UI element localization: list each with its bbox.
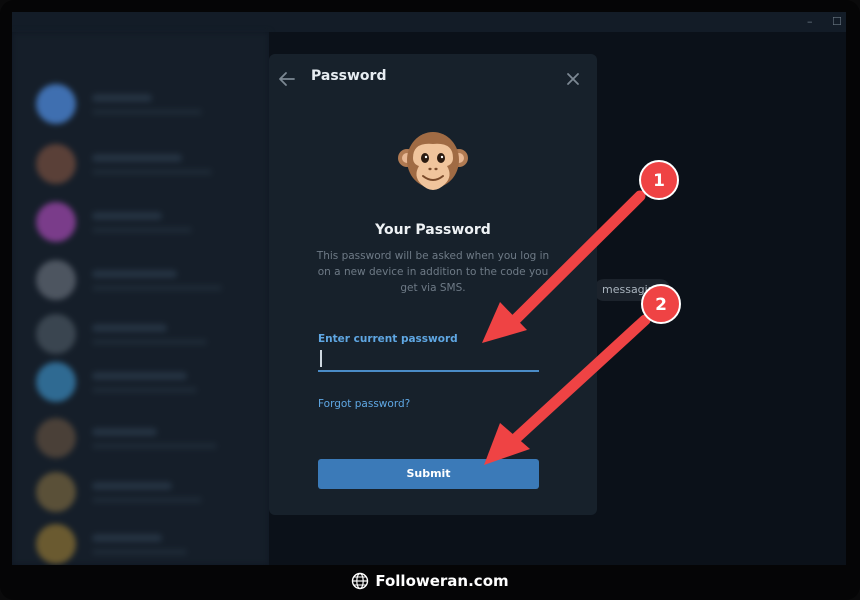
messaging-pill: messaging [594,279,670,301]
maximize-button[interactable]: ☐ [832,16,842,28]
close-icon [567,73,579,85]
dialog-title: Password [311,68,387,84]
submit-button[interactable]: Submit [318,459,539,489]
watermark-brand: Followeran.com [375,572,509,590]
window-titlebar: – ☐ [12,12,846,32]
watermark-footer: Followeran.com [0,568,860,594]
text-caret [320,350,322,367]
current-password-input[interactable] [318,348,539,372]
list-item [36,260,246,300]
app-screen: – ☐ messaging Password Your Password Thi… [12,12,846,565]
list-item [36,472,246,512]
arrow-left-icon [279,72,295,86]
list-item [36,362,246,402]
list-item [36,144,246,184]
globe-icon [352,572,369,590]
close-button[interactable] [561,67,585,91]
list-item [36,202,246,242]
monkey-face-icon [398,132,468,190]
list-item [36,524,246,564]
list-item [36,314,246,354]
list-item [36,84,246,124]
password-description: This password will be asked when you log… [316,250,550,294]
forgot-password-link[interactable]: Forgot password? [318,398,410,410]
back-button[interactable] [275,67,299,91]
minimize-button[interactable]: – [807,16,813,28]
password-dialog: Password Your Password This password wil… [269,54,597,515]
device-frame: – ☐ messaging Password Your Password Thi… [0,0,860,600]
current-password-label: Enter current password [318,333,458,345]
chat-list-blurred [12,32,269,565]
password-heading: Your Password [375,222,491,238]
list-item [36,418,246,458]
dialog-header: Password [269,54,597,104]
